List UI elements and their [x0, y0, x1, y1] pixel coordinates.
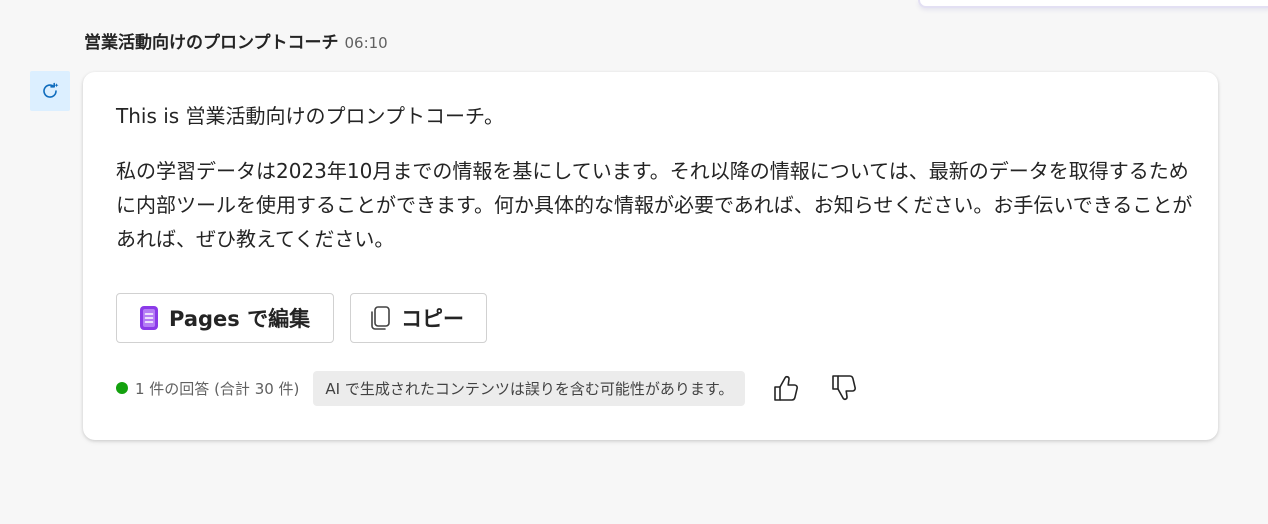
panel-top-edge [918, 0, 1268, 8]
reply-count: 1 件の回答 (合計 30 件) [135, 379, 300, 398]
bot-avatar [30, 71, 70, 111]
bot-name: 営業活動向けのプロンプトコーチ [84, 33, 339, 53]
edit-in-pages-button[interactable]: Pages で編集 [116, 293, 334, 343]
copy-icon [371, 306, 390, 330]
message-greeting: This is 営業活動向けのプロンプトコーチ。 [116, 104, 504, 128]
message-footer: 1 件の回答 (合計 30 件) AI で生成されたコンテンツは誤りを含む可能性… [116, 370, 885, 406]
message-card: This is 営業活動向けのプロンプトコーチ。 私の学習データは2023年10… [83, 72, 1218, 440]
copy-button[interactable]: コピー [350, 293, 487, 343]
ai-disclaimer-badge: AI で生成されたコンテンツは誤りを含む可能性があります。 [313, 370, 746, 406]
like-button[interactable] [769, 371, 803, 405]
edit-in-pages-label: Pages で編集 [169, 307, 311, 331]
thumbs-up-icon [774, 375, 799, 401]
pages-icon [140, 306, 158, 330]
copy-label: コピー [401, 307, 464, 331]
dislike-button[interactable] [827, 371, 861, 405]
thumbs-down-icon [832, 375, 857, 401]
message-header: 営業活動向けのプロンプトコーチ 06:10 [84, 28, 388, 53]
copilot-refresh-icon [43, 82, 59, 98]
message-timestamp: 06:10 [344, 34, 388, 52]
status-dot [116, 382, 128, 394]
message-body: 私の学習データは2023年10月までの情報を基にしています。それ以降の情報につい… [116, 159, 1193, 251]
